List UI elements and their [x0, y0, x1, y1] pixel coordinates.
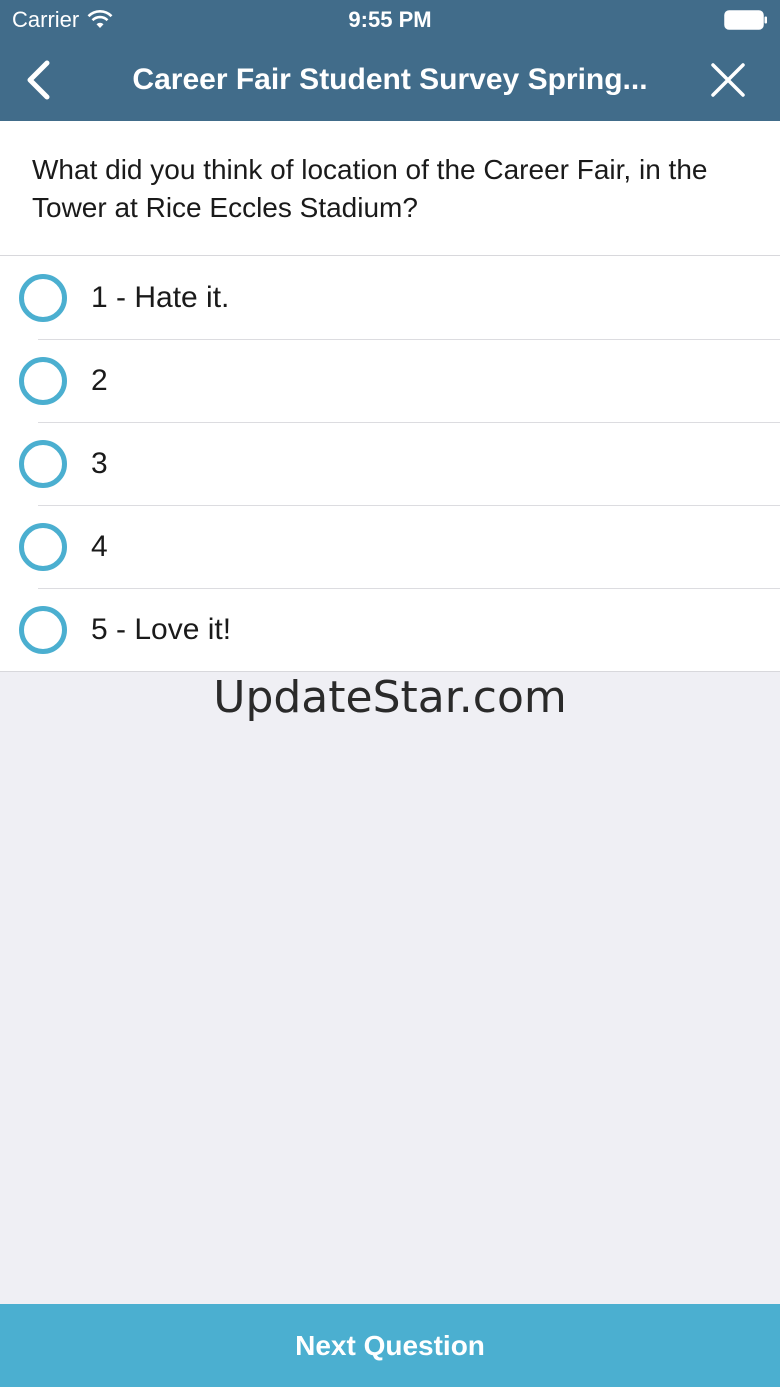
close-button[interactable] — [706, 58, 750, 102]
radio-button-icon[interactable] — [19, 274, 67, 322]
option-label: 5 - Love it! — [91, 613, 232, 646]
option-2[interactable]: 2 — [0, 339, 780, 422]
question-text: What did you think of location of the Ca… — [32, 154, 708, 223]
battery-icon — [724, 10, 767, 30]
radio-button-icon[interactable] — [19, 606, 67, 654]
option-label: 2 — [91, 364, 108, 397]
back-button[interactable] — [18, 58, 58, 102]
radio-button-icon[interactable] — [19, 357, 67, 405]
next-question-button[interactable]: Next Question — [0, 1304, 780, 1387]
radio-button-icon[interactable] — [19, 523, 67, 571]
watermark-text: UpdateStar.com — [213, 672, 567, 723]
option-3[interactable]: 3 — [0, 422, 780, 505]
option-4[interactable]: 4 — [0, 505, 780, 588]
top-bar: Carrier 9:55 PM Career Fair Student Surv… — [0, 0, 780, 121]
page-title: Career Fair Student Survey Spring... — [132, 63, 648, 96]
option-label: 3 — [91, 447, 108, 480]
question-panel: What did you think of location of the Ca… — [0, 121, 780, 256]
option-5[interactable]: 5 - Love it! — [0, 588, 780, 671]
radio-button-icon[interactable] — [19, 440, 67, 488]
option-label: 4 — [91, 530, 108, 563]
status-bar: Carrier 9:55 PM — [0, 0, 780, 40]
option-label: 1 - Hate it. — [91, 281, 230, 314]
answer-options-list: 1 - Hate it. 2 3 4 5 - Love it! — [0, 256, 780, 672]
clock: 9:55 PM — [348, 7, 432, 32]
chevron-left-icon — [27, 60, 50, 100]
navigation-bar: Career Fair Student Survey Spring... — [0, 40, 780, 121]
option-1[interactable]: 1 - Hate it. — [0, 256, 780, 339]
close-icon — [711, 63, 745, 97]
